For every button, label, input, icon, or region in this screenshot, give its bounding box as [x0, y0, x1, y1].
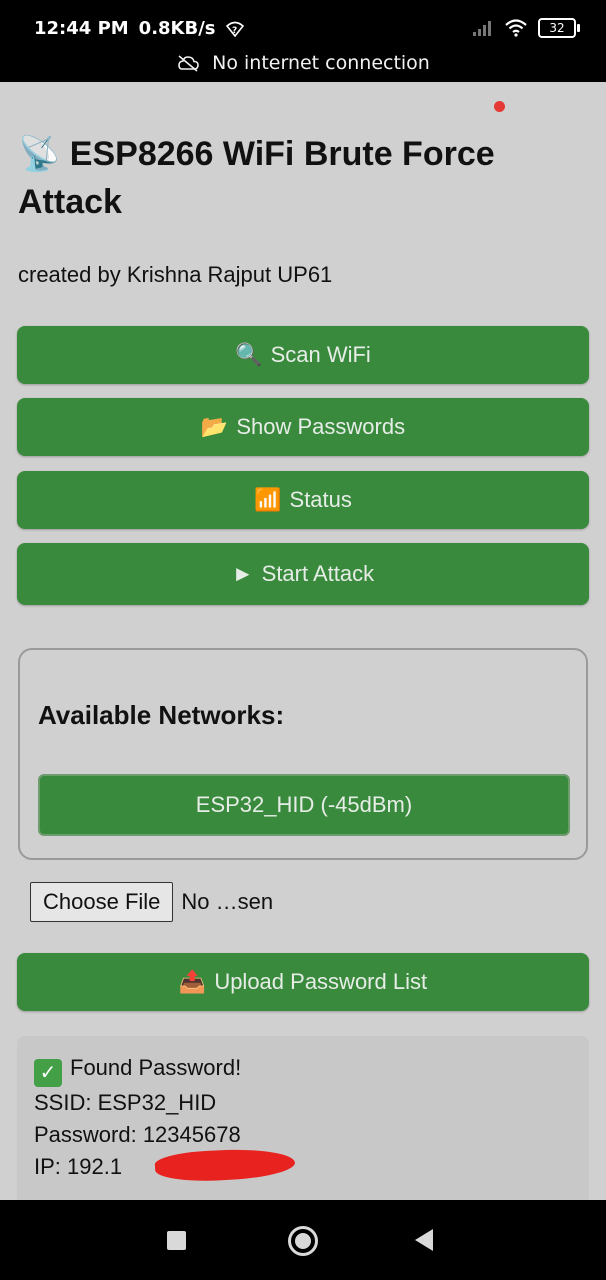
start-attack-button[interactable]: ► Start Attack: [17, 543, 589, 605]
upload-password-list-button[interactable]: 📤 Upload Password List: [17, 953, 589, 1011]
status-label: Status: [289, 487, 352, 512]
file-status-text: No …sen: [181, 889, 274, 914]
scan-wifi-button[interactable]: 🔍 Scan WiFi: [17, 326, 589, 384]
recents-icon[interactable]: [167, 1231, 186, 1250]
satellite-icon: 📡: [18, 135, 61, 173]
network-item[interactable]: ESP32_HID (-45dBm): [38, 774, 570, 836]
status-bar: 12:44 PM 0.8KB/s ? 32 No internet connec…: [0, 0, 606, 82]
home-icon[interactable]: [288, 1226, 318, 1256]
back-icon[interactable]: [415, 1229, 433, 1251]
check-icon: ✓: [34, 1059, 62, 1087]
found-text: Found Password!: [70, 1055, 242, 1080]
ssid-line: SSID: ESP32_HID: [34, 1090, 217, 1115]
page-title: 📡 ESP8266 WiFi Brute Force Attack: [18, 130, 588, 226]
signal-bars-icon: 📶: [254, 487, 282, 512]
navigation-bar: [0, 1200, 606, 1280]
recording-dot: [494, 101, 505, 112]
result-panel: ✓ Found Password! SSID: ESP32_HID Passwor…: [17, 1036, 589, 1200]
show-passwords-button[interactable]: 📂 Show Passwords: [17, 398, 589, 456]
status-speed: 0.8KB/s: [138, 18, 216, 39]
scan-wifi-label: Scan WiFi: [270, 342, 371, 367]
status-time: 12:44 PM: [34, 18, 129, 39]
found-line: ✓ Found Password!: [34, 1052, 241, 1087]
network-message: No internet connection: [212, 52, 430, 74]
show-passwords-label: Show Passwords: [236, 414, 406, 439]
upload-label: Upload Password List: [214, 969, 428, 994]
play-icon: ►: [231, 561, 254, 586]
credit-text: created by Krishna Rajput UP61: [18, 262, 333, 287]
status-right: 32: [472, 18, 580, 38]
password-line: Password: 12345678: [34, 1122, 241, 1147]
battery-level: 32: [549, 21, 565, 35]
file-input: Choose File No …sen: [30, 882, 273, 922]
status-left: 12:44 PM 0.8KB/s ?: [34, 18, 244, 39]
choose-file-button[interactable]: Choose File: [30, 882, 174, 922]
upload-tray-icon: 📤: [178, 969, 207, 994]
networks-heading: Available Networks:: [38, 700, 285, 730]
battery-icon: 32: [538, 18, 580, 38]
network-status: No internet connection: [0, 52, 606, 74]
svg-text:?: ?: [232, 26, 237, 36]
networks-card: Available Networks: ESP32_HID (-45dBm): [18, 648, 588, 860]
wifi-question-icon: ?: [225, 21, 244, 37]
search-icon: 🔍: [235, 342, 263, 367]
status-button[interactable]: 📶 Status: [17, 471, 589, 529]
start-attack-label: Start Attack: [261, 561, 375, 586]
cloud-off-icon: [178, 55, 199, 72]
wifi-icon: [505, 19, 527, 37]
web-page: 📡 ESP8266 WiFi Brute Force Attack create…: [0, 82, 606, 1200]
folder-icon: 📂: [200, 414, 229, 439]
signal-icon: [473, 21, 491, 36]
page-title-text: ESP8266 WiFi Brute Force Attack: [18, 135, 495, 221]
